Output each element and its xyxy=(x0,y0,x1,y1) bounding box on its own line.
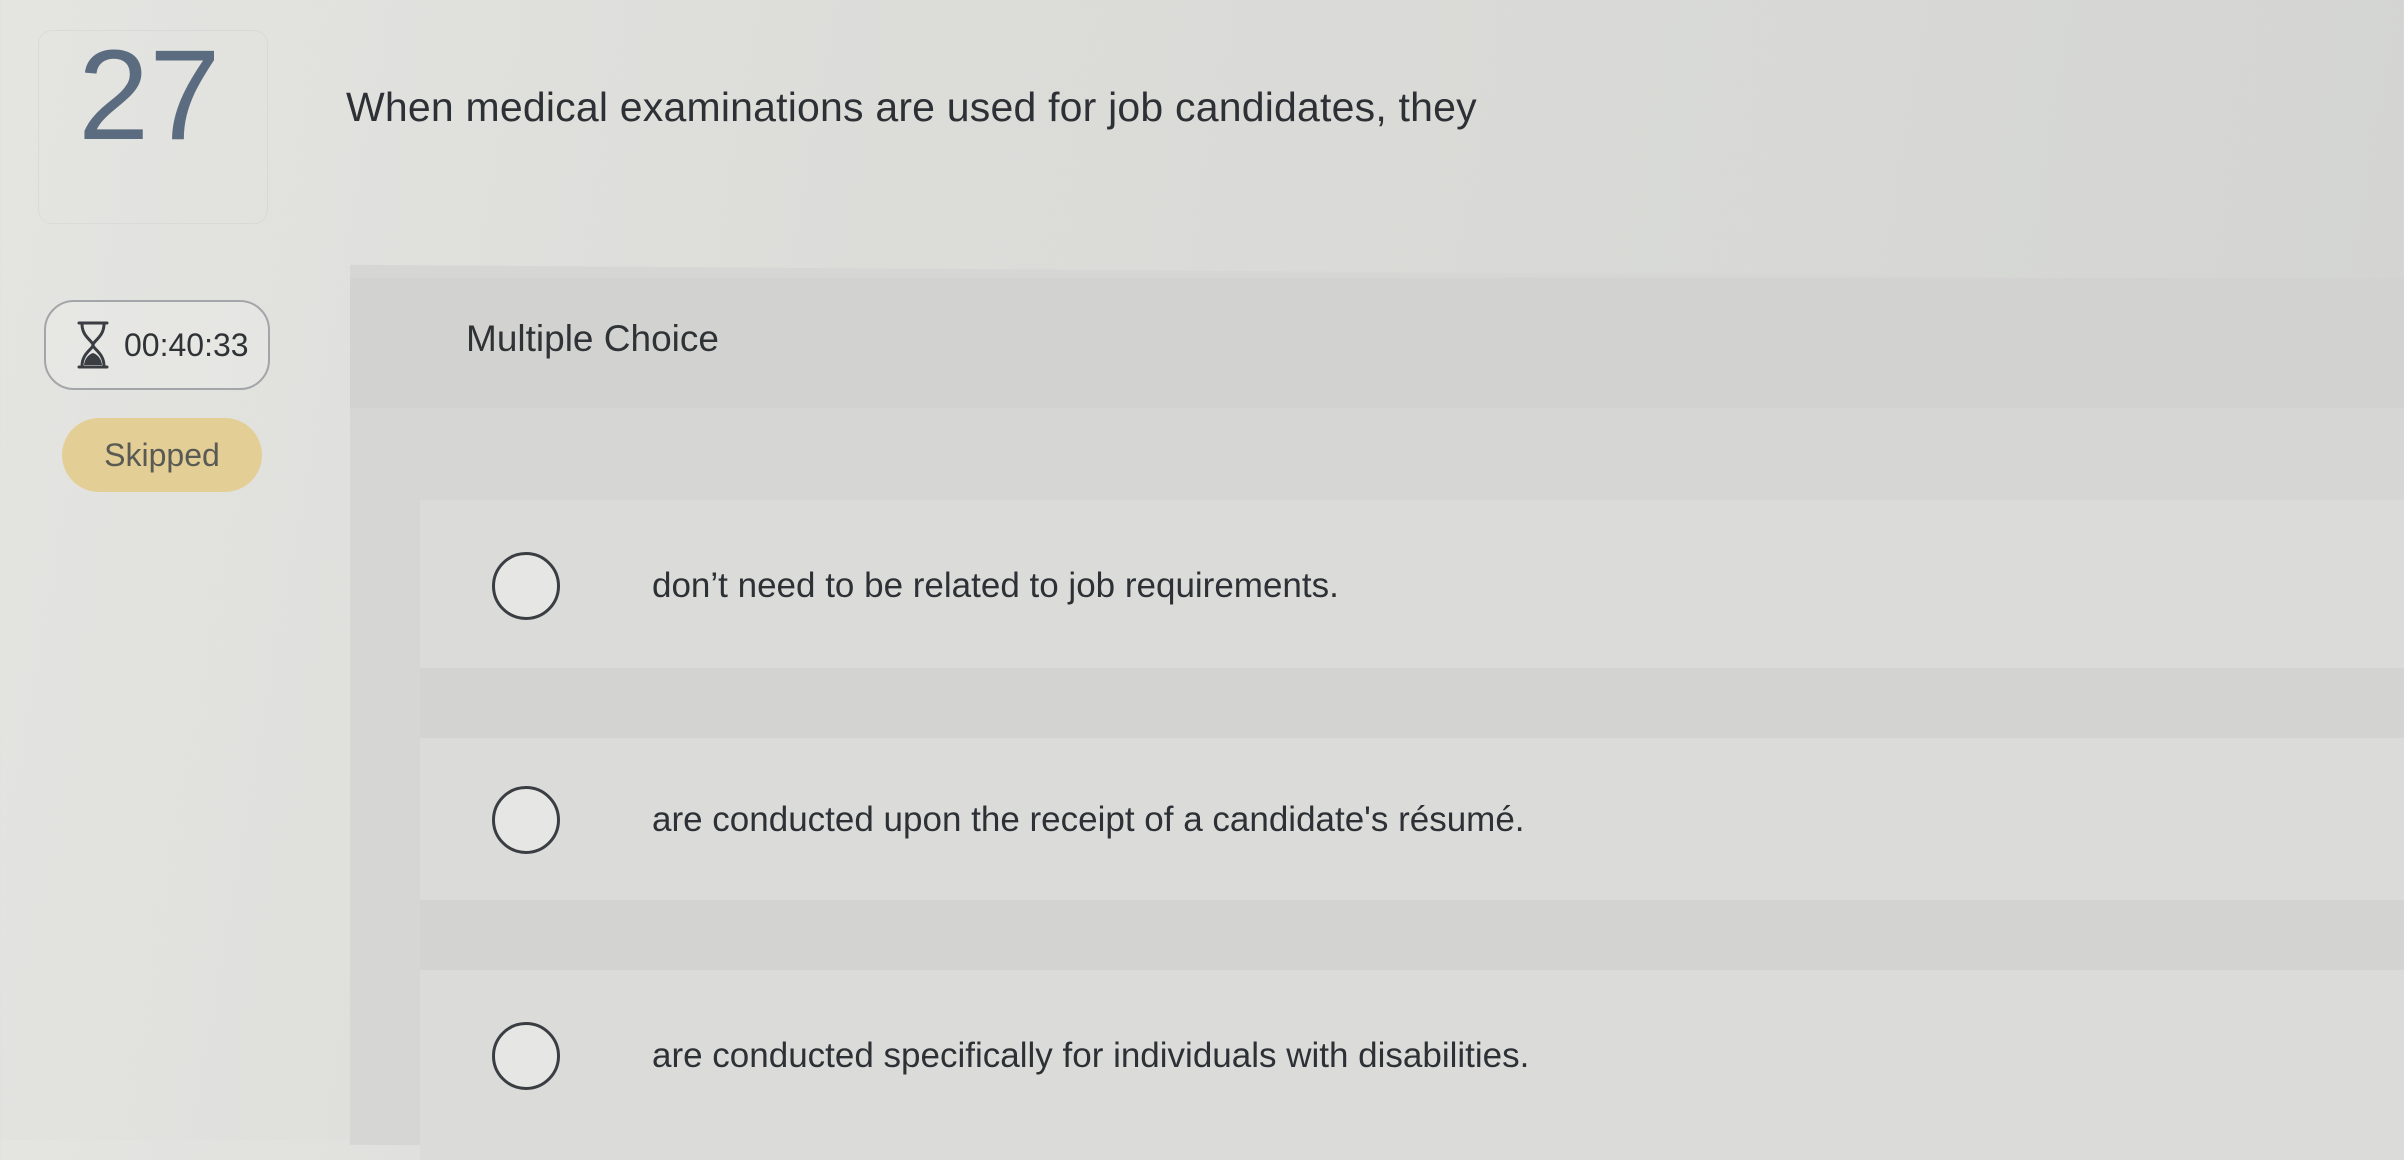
radio-button[interactable] xyxy=(492,786,560,854)
choice-divider xyxy=(420,900,2404,970)
question-number: 27 xyxy=(78,24,221,167)
timer-value: 00:40:33 xyxy=(124,326,249,363)
choice-option-3[interactable]: are conducted specifically for individua… xyxy=(492,1022,1529,1090)
choice-label: don’t need to be related to job requirem… xyxy=(652,566,1339,605)
radio-button[interactable] xyxy=(492,1022,560,1090)
radio-button[interactable] xyxy=(492,552,560,620)
status-badge: Skipped xyxy=(62,418,262,492)
choice-label: are conducted upon the receipt of a cand… xyxy=(652,800,1525,839)
choice-divider xyxy=(420,668,2404,738)
question-prompt: When medical examinations are used for j… xyxy=(346,84,1477,130)
timer[interactable]: 00:40:33 xyxy=(44,300,270,390)
question-type-label: Multiple Choice xyxy=(466,318,719,359)
choice-label: are conducted specifically for individua… xyxy=(652,1036,1530,1075)
hourglass-icon xyxy=(77,321,109,369)
choice-option-1[interactable]: don’t need to be related to job requirem… xyxy=(492,552,1339,620)
choice-option-2[interactable]: are conducted upon the receipt of a cand… xyxy=(492,786,1525,854)
